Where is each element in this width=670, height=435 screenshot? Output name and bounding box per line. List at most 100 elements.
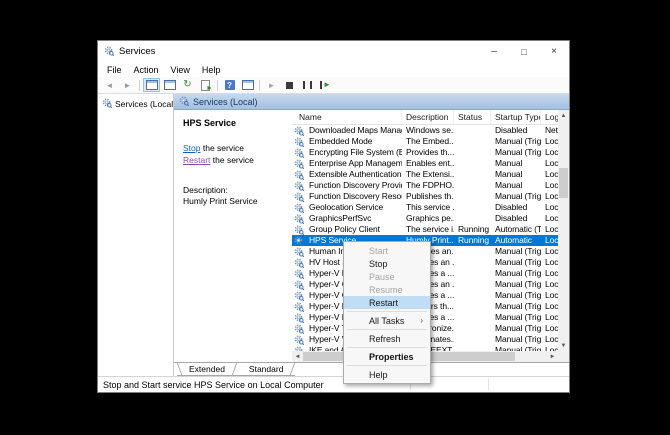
service-gear-icon xyxy=(294,247,304,257)
service-row[interactable]: Encrypting File System (EFS)Provides th.… xyxy=(292,147,558,158)
menu-item-refresh[interactable]: Refresh xyxy=(344,332,430,345)
vertical-scroll-thumb[interactable] xyxy=(559,168,568,198)
service-description: The service i... xyxy=(402,224,454,235)
pause-service-icon[interactable] xyxy=(299,78,316,92)
column-header-startup-type[interactable]: Startup Type xyxy=(491,110,541,124)
service-description: The Extensi... xyxy=(402,169,454,180)
stop-service-link[interactable]: Stop xyxy=(183,143,201,153)
close-icon[interactable]: × xyxy=(539,41,569,62)
column-headers: Name Description Status Startup Type Log… xyxy=(292,110,558,125)
start-service-icon[interactable]: ► xyxy=(263,78,280,92)
service-row[interactable]: Function Discovery Resourc...Publishes t… xyxy=(292,191,558,202)
restart-service-icon[interactable]: ► xyxy=(317,78,334,92)
service-name: Enterprise App Managemen... xyxy=(305,158,402,169)
panel-header-label: Services (Local) xyxy=(193,97,258,107)
menu-action[interactable]: Action xyxy=(128,65,165,75)
service-gear-icon xyxy=(294,181,304,191)
service-startup-type: Manual (Trig... xyxy=(491,312,541,323)
console-tree-sidebar: Services (Local) xyxy=(98,94,174,376)
stop-service-icon[interactable] xyxy=(281,78,298,92)
scrollbar-corner xyxy=(558,351,569,362)
stop-service-line: Stop the service xyxy=(183,143,286,153)
service-log-on-as: Loca xyxy=(541,279,558,290)
service-gear-icon xyxy=(102,98,112,108)
service-gear-icon xyxy=(294,313,304,323)
service-row[interactable]: Geolocation ServiceThis service ...Disab… xyxy=(292,202,558,213)
window-pane-icon[interactable] xyxy=(161,78,178,92)
menu-item-stop[interactable]: Stop xyxy=(344,257,430,270)
menu-item-help[interactable]: Help xyxy=(344,368,430,381)
forward-icon[interactable]: ► xyxy=(119,78,136,92)
service-gear-icon xyxy=(294,137,304,147)
vertical-scrollbar[interactable]: ▲ ▼ xyxy=(558,110,569,351)
service-name: Group Policy Client xyxy=(305,224,402,235)
service-gear-icon xyxy=(294,225,304,235)
refresh-icon[interactable]: ↻ xyxy=(179,78,196,92)
service-startup-type: Disabled xyxy=(491,213,541,224)
main-area: Services (Local) Services (Local) HPS Se… xyxy=(98,94,569,376)
service-startup-type: Manual (Trig... xyxy=(491,246,541,257)
minimize-icon[interactable]: – xyxy=(479,41,509,62)
column-header-description[interactable]: Description xyxy=(402,110,454,124)
service-log-on-as: Loca xyxy=(541,323,558,334)
service-status: Running xyxy=(454,224,491,235)
service-status xyxy=(454,257,491,268)
menu-file[interactable]: File xyxy=(101,65,128,75)
service-status xyxy=(454,268,491,279)
service-gear-icon xyxy=(294,192,304,202)
service-row[interactable]: Function Discovery Provide...The FDPHO..… xyxy=(292,180,558,191)
menu-item-start[interactable]: Start xyxy=(344,244,430,257)
status-bar-text: Stop and Start service HPS Service on Lo… xyxy=(103,380,324,390)
menu-item-pause[interactable]: Pause xyxy=(344,270,430,283)
service-status xyxy=(454,323,491,334)
sidebar-item-services-local[interactable]: Services (Local) xyxy=(102,98,173,110)
panel-header-icon xyxy=(179,96,189,108)
description-label: Description: xyxy=(183,185,286,196)
export-list-icon[interactable]: ► xyxy=(197,78,214,92)
service-row[interactable]: GraphicsPerfSvcGraphics pe...DisabledLoc… xyxy=(292,213,558,224)
service-log-on-as: Loca xyxy=(541,169,558,180)
service-log-on-as: Loca xyxy=(541,290,558,301)
service-status xyxy=(454,169,491,180)
service-description: Graphics pe... xyxy=(402,213,454,224)
service-row[interactable]: Group Policy ClientThe service i...Runni… xyxy=(292,224,558,235)
menu-item-resume[interactable]: Resume xyxy=(344,283,430,296)
service-log-on-as: Loca xyxy=(541,334,558,345)
column-header-log-on-as[interactable]: Log On As xyxy=(541,110,558,124)
service-status xyxy=(454,158,491,169)
menu-item-all-tasks[interactable]: All Tasks› xyxy=(344,314,430,327)
service-row[interactable]: Downloaded Maps ManagerWindows se...Disa… xyxy=(292,125,558,136)
service-status xyxy=(454,180,491,191)
column-header-status[interactable]: Status xyxy=(454,110,491,124)
title-bar: Services – □ × xyxy=(98,41,569,62)
services-app-icon xyxy=(104,43,114,61)
service-row[interactable]: Embedded ModeThe Embed...Manual (Trig...… xyxy=(292,136,558,147)
help-icon[interactable]: ? xyxy=(221,78,238,92)
properties-pane-icon[interactable] xyxy=(239,78,256,92)
menu-item-restart[interactable]: Restart xyxy=(344,296,430,309)
scroll-right-icon[interactable]: ► xyxy=(547,351,558,362)
maximize-icon[interactable]: □ xyxy=(509,41,539,62)
window-controls: – □ × xyxy=(479,41,569,62)
menu-item-properties[interactable]: Properties xyxy=(344,350,430,363)
service-description: The Embed... xyxy=(402,136,454,147)
scroll-down-icon[interactable]: ▼ xyxy=(558,340,569,351)
menu-help[interactable]: Help xyxy=(196,65,227,75)
scroll-up-icon[interactable]: ▲ xyxy=(558,110,569,121)
service-gear-icon xyxy=(294,236,304,246)
menu-view[interactable]: View xyxy=(165,65,196,75)
back-icon[interactable]: ◄ xyxy=(101,78,118,92)
restart-service-link[interactable]: Restart xyxy=(183,155,210,165)
service-gear-icon xyxy=(294,302,304,312)
service-startup-type: Manual (Trig... xyxy=(491,290,541,301)
service-name: Function Discovery Resourc... xyxy=(305,191,402,202)
service-row[interactable]: Extensible Authentication P...The Extens… xyxy=(292,169,558,180)
restart-service-line: Restart the service xyxy=(183,155,286,165)
service-row[interactable]: Enterprise App Managemen...Enables ent..… xyxy=(292,158,558,169)
scroll-left-icon[interactable]: ◄ xyxy=(292,351,303,362)
tab-standard[interactable]: Standard xyxy=(237,363,296,376)
service-status xyxy=(454,290,491,301)
show-console-tree-icon[interactable] xyxy=(143,78,160,92)
service-description-block: Description: Humly Print Service xyxy=(183,185,286,206)
tab-extended[interactable]: Extended xyxy=(177,363,237,376)
